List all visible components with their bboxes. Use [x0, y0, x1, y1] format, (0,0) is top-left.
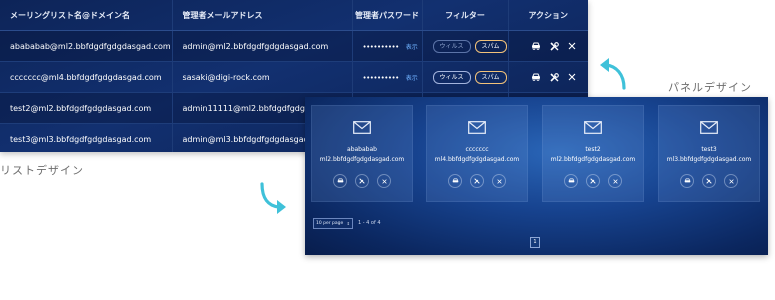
pagination-range: 1 - 4 of 4	[358, 220, 381, 226]
close-icon[interactable]	[492, 174, 506, 188]
admin-email-cell: admin@ml2.bbfdgdfgdgdasgad.com	[172, 30, 353, 62]
table-row[interactable]: ccccccc@ml4.bbfdgdfgdgdasgad.com sasaki@…	[0, 61, 588, 93]
virus-filter-toggle[interactable]: ウィルス	[432, 70, 471, 84]
card-domain: ml3.bbfdgdfgdgdasgad.com	[666, 156, 752, 163]
table-row[interactable]: abababab@ml2.bbfdgdfgdgdasgad.com admin@…	[0, 30, 588, 62]
card-domain: ml2.bbfdgdfgdgdasgad.com	[319, 156, 405, 163]
mail-icon	[584, 121, 602, 134]
col-header-list-name[interactable]: メーリングリスト名@ドメイン名	[0, 0, 173, 31]
car-icon[interactable]	[680, 174, 694, 188]
close-icon[interactable]	[377, 174, 391, 188]
panel-design-view: abababab ml2.bbfdgdfgdgdasgad.com cccccc…	[305, 97, 768, 255]
action-cell	[508, 30, 588, 62]
mail-icon	[353, 121, 371, 134]
close-icon[interactable]	[608, 174, 622, 188]
per-page-value: 10 per page	[316, 221, 344, 226]
mail-icon	[700, 121, 718, 134]
page-button[interactable]: 1	[530, 237, 540, 248]
masked-password: ••••••••••	[362, 42, 400, 51]
per-page-select[interactable]: 10 per page ⇕	[313, 218, 353, 229]
mail-icon	[468, 121, 486, 134]
col-header-admin-email[interactable]: 管理者メールアドレス	[172, 0, 353, 31]
car-icon[interactable]	[333, 174, 347, 188]
tools-icon[interactable]	[702, 174, 716, 188]
tools-icon[interactable]	[550, 72, 559, 82]
close-icon[interactable]	[568, 42, 576, 50]
password-cell: •••••••••• 表示	[352, 30, 423, 62]
panel-design-caption: パネルデザイン	[668, 81, 752, 94]
show-password-link[interactable]: 表示	[406, 44, 418, 51]
car-icon[interactable]	[531, 73, 541, 81]
list-name-cell: test2@ml2.bbfdgdfgdgdasgad.com	[0, 92, 173, 124]
admin-email-cell: sasaki@digi-rock.com	[172, 61, 353, 93]
card-domain: ml4.bbfdgdfgdgdasgad.com	[434, 156, 520, 163]
action-cell	[508, 61, 588, 93]
virus-filter-toggle[interactable]: ウィルス	[432, 39, 471, 53]
filter-cell: ウィルス スパム	[422, 61, 509, 93]
table-header: メーリングリスト名@ドメイン名 管理者メールアドレス 管理者パスワード フィルタ…	[0, 0, 588, 31]
list-card[interactable]: ccccccc ml4.bbfdgdfgdgdasgad.com	[426, 105, 528, 202]
chevron-down-icon: ⇕	[346, 221, 350, 226]
list-name-cell: ccccccc@ml4.bbfdgdfgdgdasgad.com	[0, 61, 173, 93]
close-icon[interactable]	[724, 174, 738, 188]
list-design-caption: リストデザイン	[0, 164, 84, 177]
show-password-link[interactable]: 表示	[406, 75, 418, 82]
password-cell: •••••••••• 表示	[352, 61, 423, 93]
col-header-filter[interactable]: フィルター	[422, 0, 509, 31]
close-icon[interactable]	[568, 73, 576, 81]
col-header-action: アクション	[508, 0, 588, 31]
list-card[interactable]: test3 ml3.bbfdgdfgdgdasgad.com	[658, 105, 760, 202]
masked-password: ••••••••••	[362, 73, 400, 82]
col-header-admin-password[interactable]: 管理者パスワード	[352, 0, 423, 31]
tools-icon[interactable]	[355, 174, 369, 188]
tools-icon[interactable]	[470, 174, 484, 188]
spam-filter-toggle[interactable]: スパム	[474, 70, 507, 84]
list-card[interactable]: abababab ml2.bbfdgdfgdgdasgad.com	[311, 105, 413, 202]
card-list-name: test3	[701, 146, 717, 153]
card-list-name: ccccccc	[465, 146, 489, 153]
tools-icon[interactable]	[550, 41, 559, 51]
list-card[interactable]: test2 ml2.bbfdgdfgdgdasgad.com	[542, 105, 644, 202]
card-domain: ml2.bbfdgdfgdgdasgad.com	[550, 156, 636, 163]
car-icon[interactable]	[564, 174, 578, 188]
card-list-name: test2	[585, 146, 601, 153]
car-icon[interactable]	[448, 174, 462, 188]
list-name-cell: test3@ml3.bbfdgdfgdgdasgad.com	[0, 123, 173, 152]
curved-arrow-icon	[260, 182, 286, 214]
car-icon[interactable]	[531, 42, 541, 50]
list-name-cell: abababab@ml2.bbfdgdfgdgdasgad.com	[0, 30, 173, 62]
spam-filter-toggle[interactable]: スパム	[474, 39, 507, 53]
curved-arrow-icon	[600, 58, 626, 90]
tools-icon[interactable]	[586, 174, 600, 188]
card-list-name: abababab	[347, 146, 377, 153]
filter-cell: ウィルス スパム	[422, 30, 509, 62]
